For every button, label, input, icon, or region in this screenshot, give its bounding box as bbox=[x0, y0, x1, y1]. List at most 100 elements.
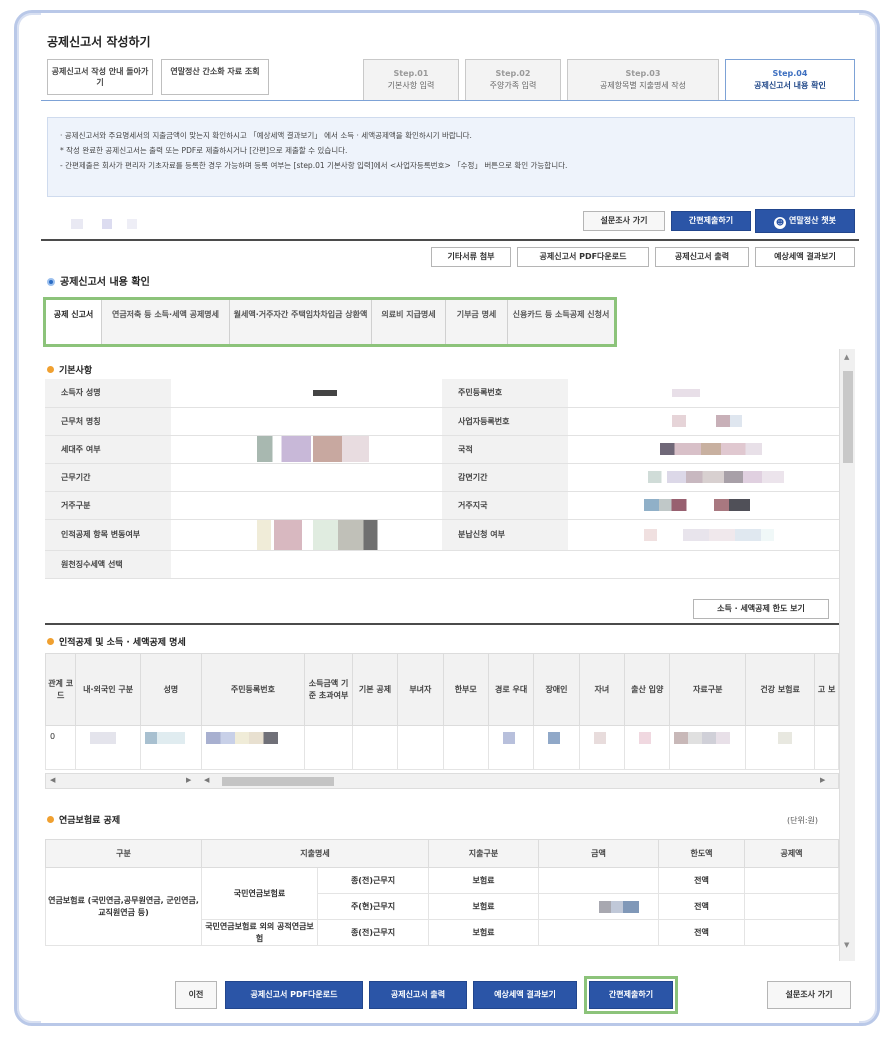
table-header-row: 구분 지출명세 지출구분 금액 한도액 공제액 bbox=[45, 839, 839, 868]
row-value bbox=[568, 463, 839, 492]
chatbot-icon: ☻ bbox=[774, 217, 787, 229]
attach-docs-button[interactable]: 기타서류 첨부 bbox=[431, 247, 511, 267]
estimated-tax-button[interactable]: 예상세액 결과보기 bbox=[755, 247, 855, 267]
scroll-right-icon[interactable]: ▶ bbox=[820, 776, 825, 784]
sub-tabs: 공제 신고서 연금저축 등 소득·세액 공제명세 월세액·거주자간 주택임차차입… bbox=[43, 297, 617, 347]
row-value bbox=[171, 435, 442, 464]
notice-line: * 작성 완료한 공제신고서는 출력 또는 PDF로 제출하시거나 [간편]으로… bbox=[60, 146, 348, 155]
step-divider bbox=[41, 100, 859, 101]
personal-title: 인적공제 및 소득 · 세액공제 명세 bbox=[47, 635, 186, 648]
row-label: 주민등록번호 bbox=[441, 379, 569, 408]
cell bbox=[304, 725, 353, 770]
scroll-right-icon[interactable]: ▶ bbox=[186, 776, 191, 784]
row-label: 거주지국 bbox=[441, 491, 569, 520]
column-header: 고 보 bbox=[814, 653, 839, 726]
column-header: 한부모 bbox=[442, 653, 489, 726]
table-row: 연금보험료 (국민연금,공무원연금, 군인연금,교직원연금 등) 국민연금보험료… bbox=[45, 867, 839, 946]
column-header: 자료구분 bbox=[669, 653, 747, 726]
bullet-icon bbox=[47, 366, 54, 373]
guide-back-button[interactable]: 공제신고서 작성 안내 돌아가기 bbox=[47, 59, 153, 95]
column-header: 지출구분 bbox=[428, 839, 539, 868]
scroll-left-icon[interactable]: ◀ bbox=[50, 776, 55, 784]
step-3-no: Step.03 bbox=[625, 69, 661, 78]
column-header: 장애인 bbox=[533, 653, 580, 726]
row-label: 감면기간 bbox=[441, 463, 569, 492]
cell bbox=[200, 725, 306, 770]
column-header: 성명 bbox=[140, 653, 202, 726]
cell bbox=[533, 725, 580, 770]
row-value bbox=[568, 519, 839, 551]
column-header: 부녀자 bbox=[397, 653, 444, 726]
scroll-content[interactable]: 기본사항 소득자 성명 주민등록번호 근무처 명칭 사업자등록번호 세대주 여부… bbox=[45, 349, 839, 961]
print-bottom-button[interactable]: 공제신고서 출력 bbox=[369, 981, 467, 1009]
vertical-scrollbar[interactable]: ▲ ▼ bbox=[839, 349, 855, 961]
step-1-label: 기본사항 입력 bbox=[387, 81, 435, 90]
step-4-tab[interactable]: Step.04 공제신고서 내용 확인 bbox=[725, 59, 855, 101]
cell bbox=[538, 867, 659, 894]
scroll-down-icon[interactable]: ▼ bbox=[844, 941, 849, 949]
survey-bottom-button[interactable]: 설문조사 가기 bbox=[767, 981, 851, 1009]
cell bbox=[578, 725, 626, 770]
step-2-tab[interactable]: Step.02 주양가족 입력 bbox=[465, 59, 561, 101]
basic-info-table: 소득자 성명 주민등록번호 근무처 명칭 사업자등록번호 세대주 여부 국적 근… bbox=[45, 379, 839, 579]
row-value bbox=[568, 491, 839, 520]
cell: 주(현)근무지 bbox=[317, 893, 429, 920]
horizontal-scrollbar[interactable]: ◀ ▶ ◀ ▶ bbox=[45, 773, 839, 789]
table-row: 0 bbox=[45, 725, 839, 770]
row-label: 근무처 명칭 bbox=[45, 407, 172, 436]
step-1-tab[interactable]: Step.01 기본사항 입력 bbox=[363, 59, 459, 101]
row-value bbox=[171, 550, 442, 579]
column-header: 소득금액 기준 초과여부 bbox=[304, 653, 353, 726]
section-title: 공제신고서 내용 확인 bbox=[47, 273, 150, 288]
highlight-box bbox=[584, 976, 678, 1014]
subtab-pension-savings[interactable]: 연금저축 등 소득·세액 공제명세 bbox=[102, 300, 230, 344]
cell bbox=[745, 725, 816, 770]
bullet-icon bbox=[47, 816, 54, 823]
subtab-credit-card[interactable]: 신용카드 등 소득공제 신청서 bbox=[508, 300, 614, 344]
row-label: 거주구분 bbox=[45, 491, 172, 520]
subtab-deduction-report[interactable]: 공제 신고서 bbox=[46, 300, 102, 344]
scroll-up-icon[interactable]: ▲ bbox=[844, 353, 849, 361]
step-3-tab[interactable]: Step.03 공제항목별 지출명세 작성 bbox=[567, 59, 719, 101]
pdf-download-bottom-button[interactable]: 공제신고서 PDF다운로드 bbox=[225, 981, 363, 1009]
cell bbox=[744, 893, 839, 920]
column-header: 건강 보험료 bbox=[745, 653, 816, 726]
subtab-medical[interactable]: 의료비 지급명세 bbox=[372, 300, 446, 344]
chatbot-button[interactable]: ☻ 연말정산 챗봇 bbox=[755, 209, 855, 233]
subtab-monthly-rent[interactable]: 월세액·거주자간 주택임차차입금 상환액 bbox=[230, 300, 372, 344]
cell bbox=[538, 919, 659, 946]
print-button[interactable]: 공제신고서 출력 bbox=[655, 247, 749, 267]
row-empty bbox=[441, 550, 839, 579]
pdf-download-button[interactable]: 공제신고서 PDF다운로드 bbox=[517, 247, 649, 267]
deduction-limit-button[interactable]: 소득 · 세액공제 한도 보기 bbox=[693, 599, 829, 619]
simplified-data-button[interactable]: 연말정산 간소화 자료 조회 bbox=[161, 59, 269, 95]
column-header: 자녀 bbox=[578, 653, 626, 726]
subtab-donation[interactable]: 기부금 명세 bbox=[446, 300, 508, 344]
column-header: 관계 코드 bbox=[45, 653, 77, 726]
scrollbar-thumb[interactable] bbox=[222, 777, 334, 786]
cell bbox=[814, 725, 839, 770]
divider bbox=[41, 239, 859, 241]
scroll-left-icon[interactable]: ◀ bbox=[204, 776, 209, 784]
notice-line: · 공제신고서와 주요명세서의 지출금액이 맞는지 확인하시고 「예상세액 결과… bbox=[60, 131, 472, 140]
browser-frame: 공제신고서 작성하기 공제신고서 작성 안내 돌아가기 연말정산 간소화 자료 … bbox=[14, 10, 880, 1026]
row-value bbox=[171, 519, 442, 551]
row-value bbox=[171, 491, 442, 520]
easy-submit-button[interactable]: 간편제출하기 bbox=[671, 211, 751, 231]
cell: 국민연금보험료 외의 공적연금보험 bbox=[201, 919, 318, 946]
step-3-label: 공제항목별 지출명세 작성 bbox=[599, 81, 687, 90]
prev-button[interactable]: 이전 bbox=[175, 981, 217, 1009]
cell: 0 bbox=[45, 725, 77, 770]
scrollbar-thumb[interactable] bbox=[843, 371, 853, 463]
estimated-tax-bottom-button[interactable]: 예상세액 결과보기 bbox=[473, 981, 577, 1009]
step-2-no: Step.02 bbox=[495, 69, 531, 78]
unit-label: (단위:원) bbox=[787, 816, 819, 825]
cell bbox=[744, 919, 839, 946]
redacted-text bbox=[71, 219, 171, 229]
survey-button[interactable]: 설문조사 가기 bbox=[583, 211, 665, 231]
column-header: 한도액 bbox=[658, 839, 745, 868]
row-label: 세대주 여부 bbox=[45, 435, 172, 464]
cell: 국민연금보험료 bbox=[201, 867, 318, 920]
cell bbox=[624, 725, 671, 770]
cell: 보험료 bbox=[428, 919, 539, 946]
